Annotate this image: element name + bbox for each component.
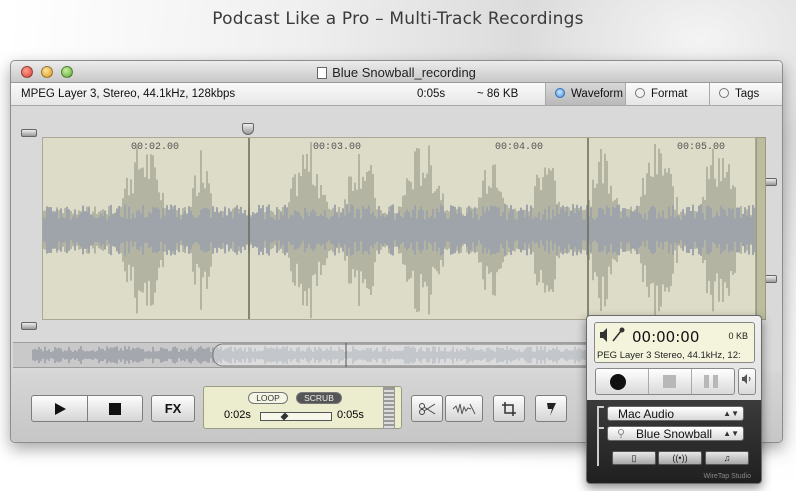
radio-icon: [555, 88, 565, 98]
playhead-handle[interactable]: [242, 123, 254, 135]
lightning-icon: [547, 402, 556, 416]
page-banner-title: Podcast Like a Pro – Multi-Track Recordi…: [212, 9, 584, 29]
stop-icon: [109, 402, 121, 415]
scissors-icon: [419, 402, 436, 415]
document-icon: [317, 67, 328, 79]
tab-format-label: Format: [651, 88, 688, 100]
scrub-slider[interactable]: [260, 412, 332, 421]
pause-icon: [704, 375, 709, 388]
tab-tags-label: Tags: [735, 88, 760, 100]
file-info-bar: MPEG Layer 3, Stereo, 44.1kHz, 128kbps 0…: [11, 83, 782, 106]
file-format-info: MPEG Layer 3, Stereo, 44.1kHz, 128kbps: [21, 88, 236, 100]
document-icon: ▯: [631, 453, 637, 463]
pause-button[interactable]: [704, 375, 720, 388]
source-connector-icon: [597, 406, 604, 466]
waveform-core: [43, 204, 755, 256]
scrub-start-time: 0:02s: [224, 409, 251, 421]
window-titlebar[interactable]: Blue Snowball_recording: [11, 61, 782, 83]
input-device-select[interactable]: ⚲ Blue Snowball ▲▼: [607, 426, 744, 441]
silence-button[interactable]: [445, 395, 483, 422]
crop-button[interactable]: [493, 395, 525, 422]
speaker-mic-icon: [600, 327, 625, 342]
recorder-stop-button[interactable]: [648, 369, 692, 394]
fx-button[interactable]: FX: [151, 395, 195, 422]
tab-tags[interactable]: Tags: [709, 83, 782, 105]
waveform-graphic: [43, 138, 755, 319]
recording-time: 00:00:00: [632, 328, 700, 346]
tab-waveform[interactable]: Waveform: [545, 83, 625, 105]
record-button[interactable]: [610, 374, 626, 390]
waveform-view[interactable]: [42, 137, 756, 320]
wiretap-recorder-widget: 00:00:00 0 KB PEG Layer 3 Stereo, 44.1kH…: [586, 315, 762, 484]
selection-start-handle-top[interactable]: [21, 129, 37, 137]
usb-icon: ⚲: [617, 428, 626, 440]
window-title-wrap: Blue Snowball_recording: [11, 65, 782, 80]
radio-icon: [635, 88, 645, 98]
select-arrows-icon: ▲▼: [723, 409, 739, 418]
volume-button[interactable]: [738, 368, 756, 395]
audio-source-select[interactable]: Mac Audio ▲▼: [607, 406, 744, 421]
recording-size: 0 KB: [728, 331, 748, 341]
broadcast-icon: ((•)): [672, 453, 688, 463]
loop-toggle[interactable]: LOOP: [248, 392, 288, 404]
timeline-tick: 00:04.00: [495, 142, 544, 153]
play-button[interactable]: [31, 395, 88, 422]
widget-footer: WireTap Studio: [587, 471, 761, 483]
speaker-icon: [742, 374, 751, 384]
input-device-value: Blue Snowball: [636, 427, 713, 441]
music-note-icon: ♫: [723, 453, 731, 463]
window-title: Blue Snowball_recording: [332, 65, 476, 80]
normalize-button[interactable]: [535, 395, 567, 422]
select-arrows-icon: ▲▼: [723, 429, 739, 438]
recording-format: PEG Layer 3 Stereo, 44.1kHz, 12:: [597, 350, 741, 361]
scrub-toggle[interactable]: SCRUB: [296, 392, 342, 404]
scrub-panel: LOOP SCRUB 0:02s 0:05s: [203, 386, 402, 429]
scrub-end-time: 0:05s: [337, 409, 364, 421]
waveform-edge: [756, 137, 766, 320]
level-meter: [383, 387, 395, 429]
widget-footer-label: WireTap Studio: [703, 473, 751, 480]
crop-icon: [502, 401, 516, 416]
stop-button[interactable]: [88, 395, 143, 422]
file-size: ~ 86 KB: [477, 88, 519, 100]
cut-button[interactable]: [411, 395, 443, 422]
tab-waveform-label: Waveform: [571, 88, 623, 100]
stop-icon: [663, 375, 676, 388]
recorder-display: 00:00:00 0 KB PEG Layer 3 Stereo, 44.1kH…: [594, 322, 755, 363]
play-icon: [54, 402, 66, 415]
audio-source-value: Mac Audio: [618, 407, 675, 421]
timeline-tick: 00:03.00: [313, 142, 362, 153]
waveform-edit-icon: [452, 403, 476, 414]
tab-format[interactable]: Format: [625, 83, 709, 105]
music-button[interactable]: ♫: [705, 451, 749, 465]
pause-icon: [713, 375, 718, 388]
recorder-transport: [595, 368, 735, 395]
broadcast-button[interactable]: ((•)): [658, 451, 702, 465]
selection-start-handle-bottom[interactable]: [21, 322, 37, 330]
radio-icon: [719, 88, 729, 98]
timeline-tick: 00:05.00: [677, 142, 726, 153]
timeline-tick: 00:02.00: [131, 142, 180, 153]
new-document-button[interactable]: ▯: [612, 451, 656, 465]
file-duration: 0:05s: [417, 88, 446, 100]
